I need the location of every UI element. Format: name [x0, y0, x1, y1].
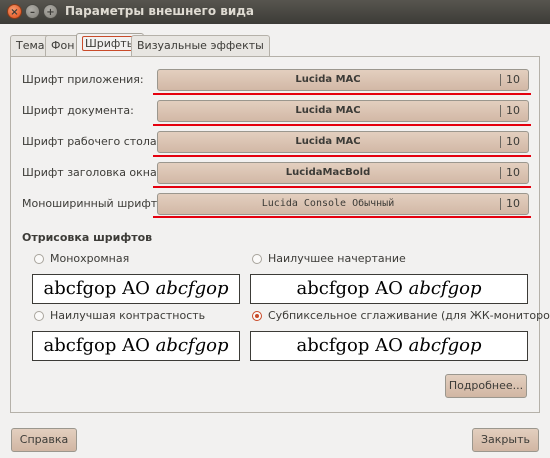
window-title-font-button[interactable]: LucidaMacBold 10 [157, 162, 529, 184]
font-name: Lucida Console Обычный [261, 198, 395, 209]
font-size: 10 [506, 104, 520, 117]
subpixel-label[interactable]: Субпиксельное сглаживание (для ЖК-монито… [268, 309, 550, 322]
font-size: 10 [506, 197, 520, 210]
font-size: 10 [506, 166, 520, 179]
app-font-label: Шрифт приложения: [22, 73, 144, 86]
desktop-font-button[interactable]: Lucida MAC 10 [157, 131, 529, 153]
tab-label: Фон [51, 39, 75, 52]
monospace-font-label: Моноширинный шрифт: [22, 197, 161, 210]
monochrome-preview: abcfgop AO abcfgop [32, 274, 240, 304]
best-contrast-label[interactable]: Наилучшая контрастность [50, 309, 205, 322]
underline-highlight [153, 124, 531, 126]
preview-text: abcfgop AO [296, 335, 409, 356]
font-name: Lucida MAC [295, 105, 361, 116]
app-font-button[interactable]: Lucida MAC 10 [157, 69, 529, 91]
tab-label: Тема [16, 39, 45, 52]
details-button[interactable]: Подробнее... [445, 374, 527, 398]
desktop-font-label: Шрифт рабочего стола: [22, 135, 161, 148]
separator [500, 136, 501, 148]
help-button[interactable]: Справка [11, 428, 77, 452]
preview-text: abcfgop AO [43, 335, 156, 356]
preview-text-italic: abcfgop [408, 335, 482, 356]
tab-label: Шрифты [82, 36, 139, 51]
appearance-preferences-window: × – + Параметры внешнего вида Тема Фон Ш… [0, 0, 550, 458]
preview-text: abcfgop AO [43, 278, 156, 299]
window-title: Параметры внешнего вида [65, 4, 255, 18]
tab-label: Визуальные эффекты [137, 39, 264, 52]
font-name: LucidaMacBold [285, 167, 371, 178]
font-rendering-heading: Отрисовка шрифтов [22, 231, 153, 244]
close-button[interactable]: Закрыть [472, 428, 539, 452]
document-font-label: Шрифт документа: [22, 104, 134, 117]
best-shapes-label[interactable]: Наилучшее начертание [268, 252, 406, 265]
best-shapes-radio[interactable] [252, 254, 262, 264]
underline-highlight [153, 216, 531, 218]
close-window-icon[interactable]: × [7, 4, 22, 19]
font-name: Lucida MAC [295, 136, 361, 147]
font-size: 10 [506, 73, 520, 86]
underline-highlight [153, 93, 531, 95]
preview-text: abcfgop AO [296, 278, 409, 299]
separator [500, 105, 501, 117]
subpixel-preview: abcfgop AO abcfgop [250, 331, 528, 361]
font-size: 10 [506, 135, 520, 148]
best-contrast-preview: abcfgop AO abcfgop [32, 331, 240, 361]
tab-visual-effects[interactable]: Визуальные эффекты [131, 35, 270, 57]
best-contrast-radio[interactable] [34, 311, 44, 321]
preview-text-italic: abcfgop [155, 335, 229, 356]
document-font-button[interactable]: Lucida MAC 10 [157, 100, 529, 122]
window-title-font-label: Шрифт заголовка окна: [22, 166, 161, 179]
monochrome-label[interactable]: Монохромная [50, 252, 129, 265]
monospace-font-button[interactable]: Lucida Console Обычный 10 [157, 193, 529, 215]
monochrome-radio[interactable] [34, 254, 44, 264]
maximize-window-icon[interactable]: + [43, 4, 58, 19]
title-bar: × – + Параметры внешнего вида [0, 0, 550, 24]
best-shapes-preview: abcfgop AO abcfgop [250, 274, 528, 304]
separator [500, 167, 501, 179]
separator [500, 74, 501, 86]
font-name: Lucida MAC [295, 74, 361, 85]
separator [500, 198, 501, 210]
preview-text-italic: abcfgop [155, 278, 229, 299]
subpixel-radio[interactable] [252, 311, 262, 321]
preview-text-italic: abcfgop [408, 278, 482, 299]
underline-highlight [153, 155, 531, 157]
underline-highlight [153, 186, 531, 188]
minimize-window-icon[interactable]: – [25, 4, 40, 19]
